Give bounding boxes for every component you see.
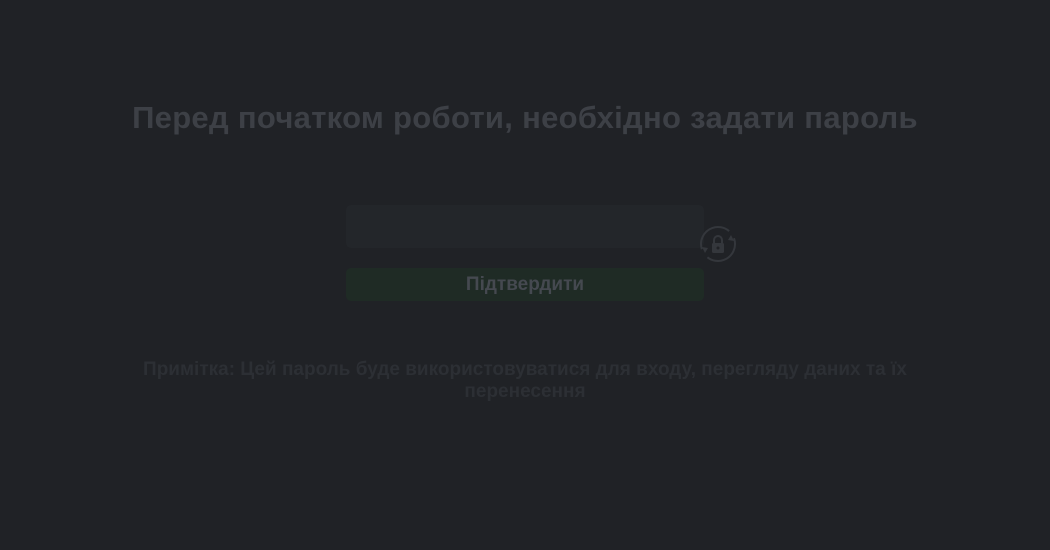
page-title: Перед початком роботи, необхідно задати …	[132, 100, 918, 135]
password-field-group	[346, 205, 736, 262]
password-setup-screen: Перед початком роботи, необхідно задати …	[0, 0, 1050, 550]
note-text: Примітка: Цей пароль буде використовуват…	[143, 359, 907, 402]
refresh-lock-icon	[700, 226, 736, 262]
password-input[interactable]	[346, 205, 704, 248]
generate-password-button[interactable]	[698, 224, 738, 264]
confirm-button[interactable]: Підтвердити	[346, 268, 704, 301]
